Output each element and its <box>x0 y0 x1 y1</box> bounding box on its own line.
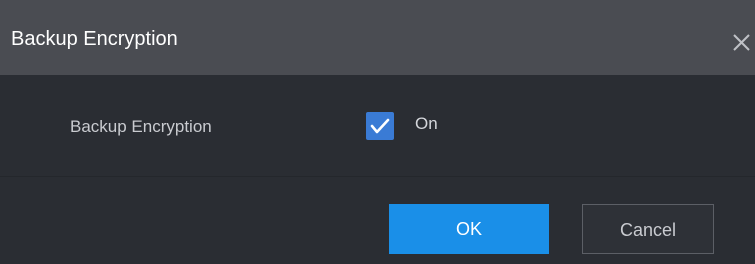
encryption-on-label[interactable]: On <box>415 114 438 134</box>
ok-button[interactable]: OK <box>389 204 549 254</box>
backup-encryption-label: Backup Encryption <box>70 117 212 136</box>
backup-encryption-dialog: Backup Encryption Backup Encryption On O… <box>0 0 755 264</box>
close-button[interactable] <box>728 29 755 56</box>
checkmark-icon <box>370 118 390 134</box>
cancel-button[interactable]: Cancel <box>582 204 714 254</box>
dialog-title: Backup Encryption <box>11 28 178 50</box>
close-icon <box>733 34 750 51</box>
encryption-checkbox[interactable] <box>366 112 394 140</box>
dialog-titlebar: Backup Encryption <box>0 0 755 75</box>
footer-divider <box>0 176 755 177</box>
